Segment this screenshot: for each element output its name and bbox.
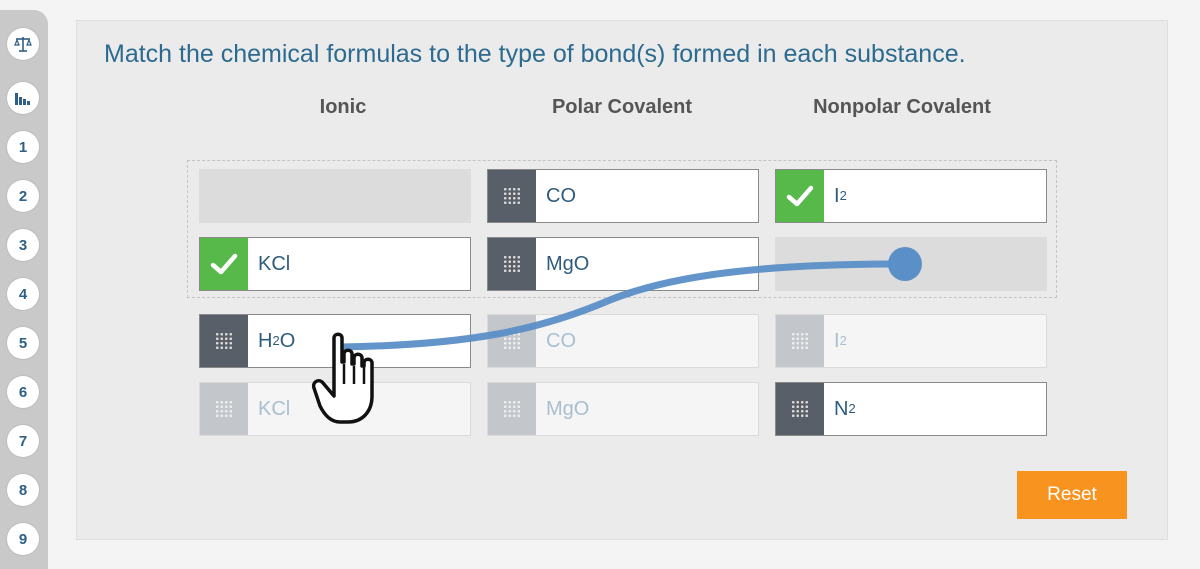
drag-handle-icon: [776, 315, 824, 367]
bar-chart-icon[interactable]: [7, 82, 39, 114]
drag-handle-icon[interactable]: [488, 170, 536, 222]
drag-handle-icon[interactable]: [488, 238, 536, 290]
question-8-button[interactable]: 8: [7, 474, 39, 506]
placed-tile-co[interactable]: CO: [487, 169, 759, 223]
question-6-button[interactable]: 6: [7, 376, 39, 408]
drag-handle-icon: [200, 383, 248, 435]
tile-label: I2: [834, 329, 847, 352]
drag-handle-icon[interactable]: [200, 315, 248, 367]
bank-tile-h2o[interactable]: H2O: [199, 314, 471, 368]
balance-scale-icon[interactable]: [7, 28, 39, 60]
drag-handle-icon: [488, 315, 536, 367]
bank-tile-mgo: MgO: [487, 382, 759, 436]
bank-tile-n2[interactable]: N2: [775, 382, 1047, 436]
column-header-polar-covalent: Polar Covalent: [551, 96, 693, 118]
check-icon: [776, 170, 824, 222]
tile-label: I2: [834, 184, 847, 207]
bank-tile-kcl: KCl: [199, 382, 471, 436]
question-9-button[interactable]: 9: [7, 523, 39, 555]
placed-tile-kcl[interactable]: KCl: [199, 237, 471, 291]
drag-handle-icon[interactable]: [776, 383, 824, 435]
tile-label: N2: [834, 397, 856, 420]
reset-button[interactable]: Reset: [1017, 471, 1127, 519]
placed-tile-mgo[interactable]: MgO: [487, 237, 759, 291]
question-4-button[interactable]: 4: [7, 278, 39, 310]
question-2-button[interactable]: 2: [7, 180, 39, 212]
drop-slot-ionic-1[interactable]: [199, 169, 471, 223]
tile-label: H2O: [258, 329, 296, 352]
question-1-button[interactable]: 1: [7, 131, 39, 163]
check-icon: [200, 238, 248, 290]
tile-label: CO: [546, 184, 576, 207]
bank-tile-i2: I2: [775, 314, 1047, 368]
placed-tile-i2[interactable]: I2: [775, 169, 1047, 223]
drop-slot-nonpolar-2[interactable]: [775, 237, 1047, 291]
tile-label: CO: [546, 329, 576, 352]
column-header-nonpolar-covalent: Nonpolar Covalent: [813, 96, 991, 118]
column-header-ionic: Ionic: [319, 96, 367, 118]
tile-label: MgO: [546, 397, 590, 420]
question-5-button[interactable]: 5: [7, 327, 39, 359]
tile-label: KCl: [258, 397, 291, 420]
question-7-button[interactable]: 7: [7, 425, 39, 457]
tile-label: KCl: [258, 252, 291, 275]
tile-label: MgO: [546, 252, 590, 275]
question-nav-rail: 1 2 3 4 5 6 7 8 9: [0, 10, 48, 569]
question-prompt: Match the chemical formulas to the type …: [104, 40, 966, 68]
drag-handle-icon: [488, 383, 536, 435]
question-3-button[interactable]: 3: [7, 229, 39, 261]
bank-tile-co: CO: [487, 314, 759, 368]
